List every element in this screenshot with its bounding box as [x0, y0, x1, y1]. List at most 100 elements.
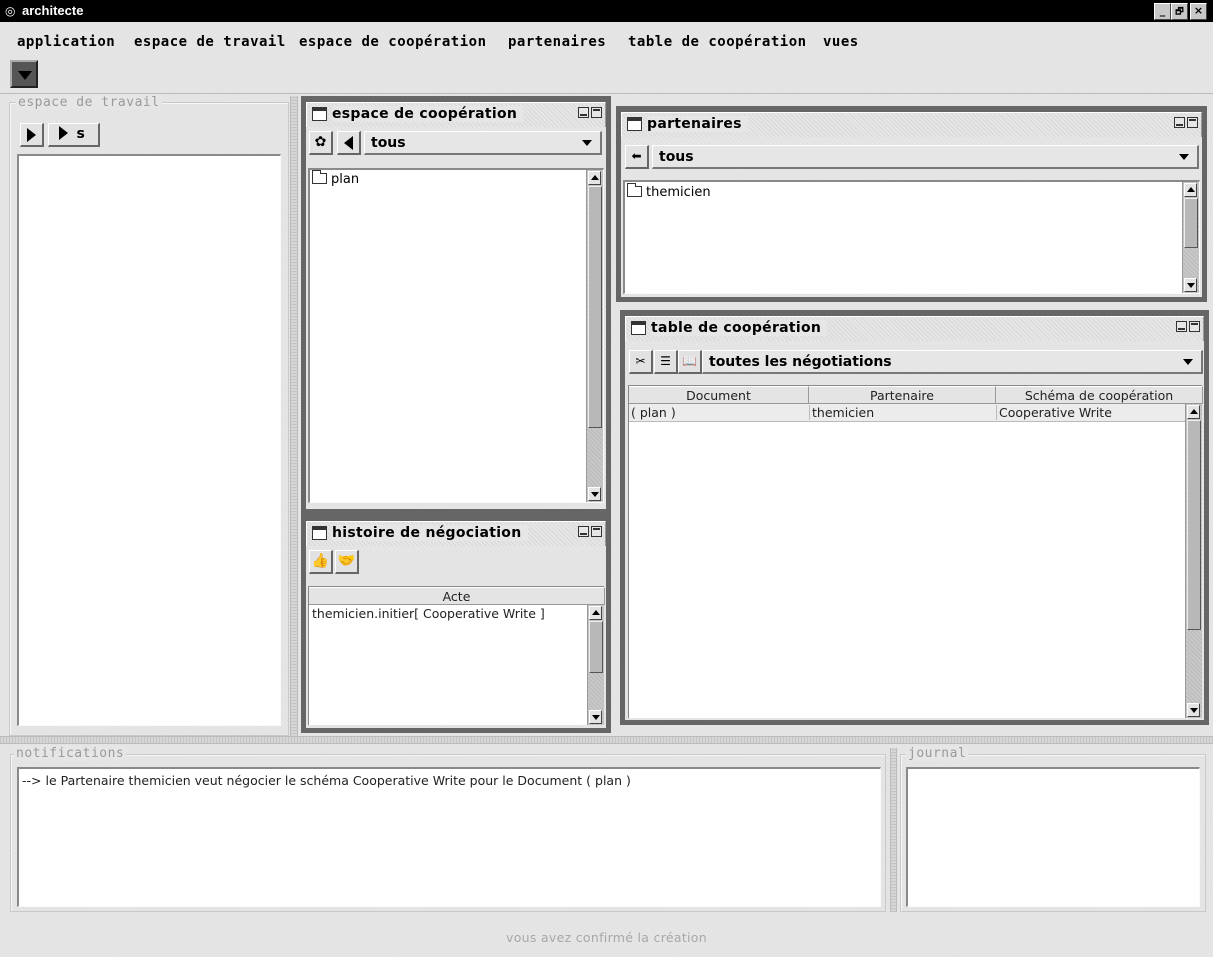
iframe-maximize-icon[interactable] [591, 526, 602, 537]
column-header-partenaire[interactable]: Partenaire [809, 386, 996, 404]
maximize-button[interactable]: 🗗 [1171, 3, 1188, 20]
coop-table-grid[interactable]: Document Partenaire Schéma de coopératio… [628, 385, 1203, 718]
notifications-text[interactable]: --> le Partenaire themicien veut négocie… [17, 767, 881, 907]
iframe-maximize-icon[interactable] [591, 107, 602, 118]
menu-bar: application espace de travail espace de … [0, 30, 1213, 56]
history-table[interactable]: Acte themicien.initier[ Cooperative Writ… [308, 586, 605, 725]
workspace-play-button[interactable] [20, 123, 44, 147]
coop-space-body: ✿ tous plan [306, 127, 606, 509]
table-row[interactable]: ( plan ) themicien Cooperative Write [629, 404, 1185, 422]
list-item[interactable]: plan [312, 170, 359, 187]
window-doc-icon [627, 117, 642, 131]
negotiations-filter-value: toutes les négotiations [709, 354, 892, 370]
window-titlebar[interactable]: ◎ architecte _ 🗗 × [0, 0, 1213, 22]
notifications-label: notifications [14, 746, 127, 761]
coop-back-button[interactable] [337, 131, 361, 155]
handshake-icon: 🤝 [337, 553, 356, 569]
negotiations-filter-select[interactable]: toutes les négotiations [702, 350, 1203, 374]
workspace-tree[interactable] [17, 154, 281, 726]
scroll-thumb[interactable] [589, 621, 603, 673]
history-row[interactable]: themicien.initier[ Cooperative Write ] [312, 606, 545, 621]
coop-list[interactable]: plan [308, 168, 604, 503]
workspace-play-s-button[interactable]: s [48, 123, 100, 147]
partners-filter-value: tous [659, 149, 694, 165]
scroll-up-icon[interactable] [588, 171, 601, 185]
scroll-down-icon[interactable] [588, 487, 601, 501]
scroll-down-icon[interactable] [1184, 278, 1197, 292]
status-message: vous avez confirmé la création [506, 930, 707, 945]
menu-espace-de-cooperation[interactable]: espace de coopération [299, 34, 487, 50]
coop-gear-button[interactable]: ✿ [309, 131, 333, 155]
column-header-schema[interactable]: Schéma de coopération [996, 386, 1203, 404]
partners-list[interactable]: themicien [623, 180, 1200, 294]
iframe-maximize-icon[interactable] [1189, 321, 1200, 332]
scroll-down-icon[interactable] [1187, 703, 1200, 717]
history-accept-button[interactable]: 👍 [309, 550, 333, 574]
scroll-down-icon[interactable] [589, 710, 602, 724]
app-icon: ◎ [5, 4, 16, 18]
play-icon [27, 128, 36, 142]
play-icon [59, 126, 68, 140]
iframe-maximize-icon[interactable] [1187, 117, 1198, 128]
coop-table-frame: table de coopération ✂ ☰ 📖 toutes les né… [620, 310, 1209, 725]
collapse-button[interactable] [10, 60, 38, 88]
partners-frame: partenaires ⬅ tous themicien [616, 106, 1207, 302]
partners-back-button[interactable]: ⬅ [625, 145, 649, 169]
partners-titlebar[interactable]: partenaires [621, 112, 1202, 138]
chevron-down-icon [582, 140, 592, 146]
history-scrollbar[interactable] [587, 605, 604, 725]
iframe-minimize-icon[interactable] [1174, 117, 1185, 128]
history-title: histoire de négociation [332, 525, 528, 541]
split-divider-horizontal[interactable] [0, 736, 1213, 744]
iframe-minimize-icon[interactable] [578, 107, 589, 118]
menu-application[interactable]: application [17, 34, 115, 50]
book-icon: 📖 [682, 354, 697, 368]
minimize-button[interactable]: _ [1154, 3, 1171, 20]
main-toolbar [0, 56, 1213, 94]
scroll-up-icon[interactable] [589, 606, 602, 620]
triangle-down-icon [18, 71, 32, 80]
scroll-thumb[interactable] [588, 186, 602, 428]
split-divider-bottom[interactable] [890, 748, 897, 912]
menu-partenaires[interactable]: partenaires [508, 34, 606, 50]
coop-table-scrollbar[interactable] [1185, 404, 1202, 718]
coop-space-frame: espace de coopération ✿ tous plan [301, 96, 611, 514]
cell-document: ( plan ) [631, 405, 676, 420]
scroll-up-icon[interactable] [1184, 183, 1197, 197]
coop-table-body: ✂ ☰ 📖 toutes les négotiations Document P… [625, 341, 1204, 720]
coop-table-titlebar[interactable]: table de coopération [625, 316, 1204, 342]
partners-title: partenaires [647, 116, 748, 132]
negotiation-button[interactable]: 📖 [678, 350, 702, 374]
close-button[interactable]: × [1190, 3, 1207, 20]
list-item[interactable]: themicien [627, 183, 711, 200]
history-handshake-button[interactable]: 🤝 [335, 550, 359, 574]
list-icon: ☰ [660, 354, 671, 368]
iframe-minimize-icon[interactable] [1176, 321, 1187, 332]
scroll-up-icon[interactable] [1187, 405, 1200, 419]
tools-icon: ✂ [635, 354, 646, 368]
list-view-button[interactable]: ☰ [654, 350, 678, 374]
menu-vues[interactable]: vues [823, 34, 859, 50]
scroll-thumb[interactable] [1187, 420, 1201, 630]
partners-scrollbar[interactable] [1182, 182, 1199, 293]
window-doc-icon [312, 526, 327, 540]
scroll-thumb[interactable] [1184, 198, 1198, 248]
history-frame: histoire de négociation 👍 🤝 Acte themici… [301, 514, 611, 733]
iframe-minimize-icon[interactable] [578, 526, 589, 537]
coop-space-titlebar[interactable]: espace de coopération [306, 102, 606, 128]
split-divider[interactable] [290, 96, 298, 740]
coop-table-title: table de coopération [651, 320, 828, 336]
column-header-document[interactable]: Document [629, 386, 809, 404]
partners-filter-select[interactable]: tous [652, 145, 1199, 169]
history-titlebar[interactable]: histoire de négociation [306, 521, 606, 547]
coop-scrollbar[interactable] [586, 170, 603, 502]
partners-body: ⬅ tous themicien [621, 137, 1202, 297]
menu-table-de-cooperation[interactable]: table de coopération [628, 34, 807, 50]
tools-button[interactable]: ✂ [629, 350, 653, 374]
menu-espace-de-travail[interactable]: espace de travail [134, 34, 286, 50]
coop-space-title: espace de coopération [332, 106, 524, 122]
history-column-header[interactable]: Acte [309, 587, 605, 605]
journal-text[interactable] [906, 767, 1200, 907]
notification-line: --> le Partenaire themicien veut négocie… [22, 773, 631, 788]
coop-filter-select[interactable]: tous [364, 131, 602, 155]
